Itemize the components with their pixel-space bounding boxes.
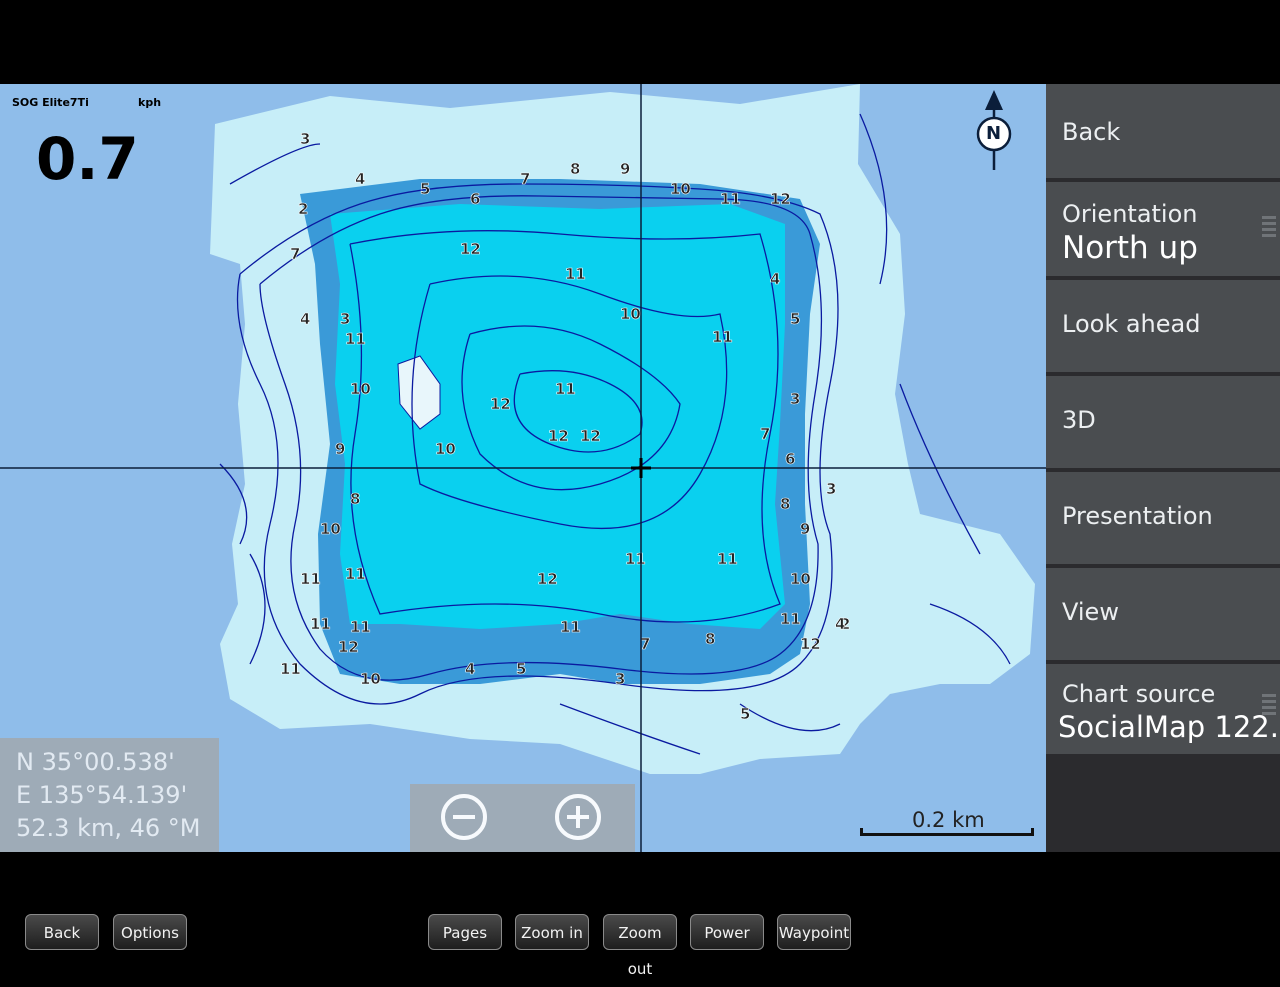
toolbar-back-button[interactable]: Back bbox=[25, 914, 99, 950]
depth-sounding: 11 bbox=[565, 265, 586, 283]
depth-sounding: 3 bbox=[826, 480, 836, 498]
range-bearing: 52.3 km, 46 °M bbox=[16, 814, 201, 842]
depth-sounding: 7 bbox=[290, 245, 300, 263]
sog-unit: kph bbox=[138, 96, 162, 109]
presentation-label: Presentation bbox=[1062, 502, 1213, 530]
toolbar-zoom-out-button[interactable]: Zoom out bbox=[603, 914, 677, 978]
bottom-toolbar: Back Options Pages Zoom in Zoom out Powe… bbox=[0, 904, 1280, 978]
depth-sounding: 4 bbox=[300, 310, 310, 328]
depth-sounding: 11 bbox=[280, 660, 301, 678]
menu-back[interactable]: Back bbox=[1046, 84, 1280, 178]
longitude: E 135°54.139' bbox=[16, 781, 188, 809]
menu-orientation[interactable]: Orientation North up bbox=[1046, 182, 1280, 276]
latitude: N 35°00.538' bbox=[16, 748, 175, 776]
depth-sounding: 12 bbox=[770, 190, 791, 208]
menu-presentation[interactable]: Presentation bbox=[1046, 472, 1280, 564]
depth-sounding: 6 bbox=[785, 450, 795, 468]
toolbar-pages-button[interactable]: Pages bbox=[428, 914, 502, 950]
chart-map[interactable]: 3 4 5 6 7 8 9 10 11 12 12 11 10 11 11 12 12 12 10 11 11 12 11 8… bbox=[0, 84, 1046, 852]
depth-sounding: 2 bbox=[298, 200, 308, 218]
depth-sounding: 3 bbox=[790, 390, 800, 408]
depth-sounding: 5 bbox=[420, 180, 430, 198]
depth-sounding: 10 bbox=[670, 180, 691, 198]
zoom-controls bbox=[410, 784, 635, 852]
depth-sounding: 8 bbox=[705, 630, 715, 648]
depth-sounding: 12 bbox=[800, 635, 821, 653]
depth-sounding: 12 bbox=[548, 427, 569, 445]
menu-back-label: Back bbox=[1062, 118, 1121, 146]
menu-view[interactable]: View bbox=[1046, 568, 1280, 660]
scale-bar: 0.2 km bbox=[860, 804, 1034, 838]
depth-sounding: 12 bbox=[490, 395, 511, 413]
orientation-label: Orientation bbox=[1062, 200, 1198, 228]
orientation-value: North up bbox=[1062, 230, 1198, 266]
depth-sounding: 4 bbox=[465, 660, 475, 678]
depth-sounding: 10 bbox=[360, 670, 381, 688]
depth-sounding: 10 bbox=[350, 380, 371, 398]
depth-sounding: 5 bbox=[740, 705, 750, 723]
lake-contour-map: 345678 91011 1212111011111212121011 1112118… bbox=[0, 84, 1046, 852]
depth-sounding: 3 bbox=[300, 130, 310, 148]
depth-sounding: 10 bbox=[790, 570, 811, 588]
depth-sounding: 12 bbox=[460, 240, 481, 258]
sog-label: SOG Elite7Ti bbox=[12, 96, 89, 109]
chart-menu: Back Orientation North up Look ahead 3D … bbox=[1046, 84, 1280, 852]
depth-sounding: 11 bbox=[780, 610, 801, 628]
depth-sounding: 5 bbox=[516, 660, 526, 678]
depth-sounding: 11 bbox=[345, 330, 366, 348]
depth-sounding: 11 bbox=[712, 328, 733, 346]
look-ahead-label: Look ahead bbox=[1062, 310, 1201, 338]
menu-chart-source[interactable]: Chart source SocialMap 122... bbox=[1046, 664, 1280, 754]
depth-sounding: 4 bbox=[770, 270, 780, 288]
depth-sounding: 12 bbox=[580, 427, 601, 445]
depth-sounding: 11 bbox=[345, 565, 366, 583]
scale-bar-line bbox=[860, 828, 1034, 836]
chart-source-label: Chart source bbox=[1062, 680, 1216, 708]
toolbar-zoom-in-button[interactable]: Zoom in bbox=[515, 914, 589, 950]
3d-label: 3D bbox=[1062, 406, 1096, 434]
position-panel: N 35°00.538' E 135°54.139' 52.3 km, 46 °… bbox=[0, 738, 219, 852]
toolbar-waypoint-button[interactable]: Waypoint bbox=[777, 914, 851, 950]
depth-sounding: 11 bbox=[560, 618, 581, 636]
toolbar-power-button[interactable]: Power bbox=[690, 914, 764, 950]
menu-3d[interactable]: 3D bbox=[1046, 376, 1280, 468]
depth-sounding: 7 bbox=[760, 425, 770, 443]
depth-sounding: 12 bbox=[537, 570, 558, 588]
depth-sounding: 11 bbox=[717, 550, 738, 568]
compass-letter: N bbox=[986, 123, 1002, 144]
depth-sounding: 11 bbox=[720, 190, 741, 208]
chart-source-value: SocialMap 122... bbox=[1058, 710, 1280, 744]
depth-sounding: 11 bbox=[625, 550, 646, 568]
depth-sounding: 5 bbox=[790, 310, 800, 328]
zoom-in-icon[interactable] bbox=[555, 794, 601, 840]
depth-sounding: 3 bbox=[340, 310, 350, 328]
depth-sounding: 11 bbox=[555, 380, 576, 398]
depth-sounding: 10 bbox=[435, 440, 456, 458]
menu-look-ahead[interactable]: Look ahead bbox=[1046, 280, 1280, 372]
depth-sounding: 11 bbox=[310, 615, 331, 633]
depth-sounding: 9 bbox=[800, 520, 810, 538]
depth-sounding: 9 bbox=[335, 440, 345, 458]
sog-value: 0.7 bbox=[36, 125, 139, 193]
depth-sounding: 11 bbox=[300, 570, 321, 588]
grip-icon bbox=[1262, 216, 1276, 238]
depth-sounding: 4 bbox=[835, 615, 845, 633]
depth-sounding: 8 bbox=[570, 160, 580, 178]
depth-sounding: 4 bbox=[355, 170, 365, 188]
depth-sounding: 12 bbox=[338, 638, 359, 656]
depth-sounding: 3 bbox=[615, 670, 625, 688]
toolbar-options-button[interactable]: Options bbox=[113, 914, 187, 950]
depth-sounding: 10 bbox=[620, 305, 641, 323]
depth-sounding: 8 bbox=[350, 490, 360, 508]
depth-sounding: 7 bbox=[520, 170, 530, 188]
depth-sounding: 11 bbox=[350, 618, 371, 636]
depth-sounding: 9 bbox=[620, 160, 630, 178]
view-label: View bbox=[1062, 598, 1119, 626]
grip-icon bbox=[1262, 694, 1276, 716]
depth-sounding: 10 bbox=[320, 520, 341, 538]
depth-sounding: 8 bbox=[780, 495, 790, 513]
zoom-out-icon[interactable] bbox=[441, 794, 487, 840]
depth-sounding: 6 bbox=[470, 190, 480, 208]
